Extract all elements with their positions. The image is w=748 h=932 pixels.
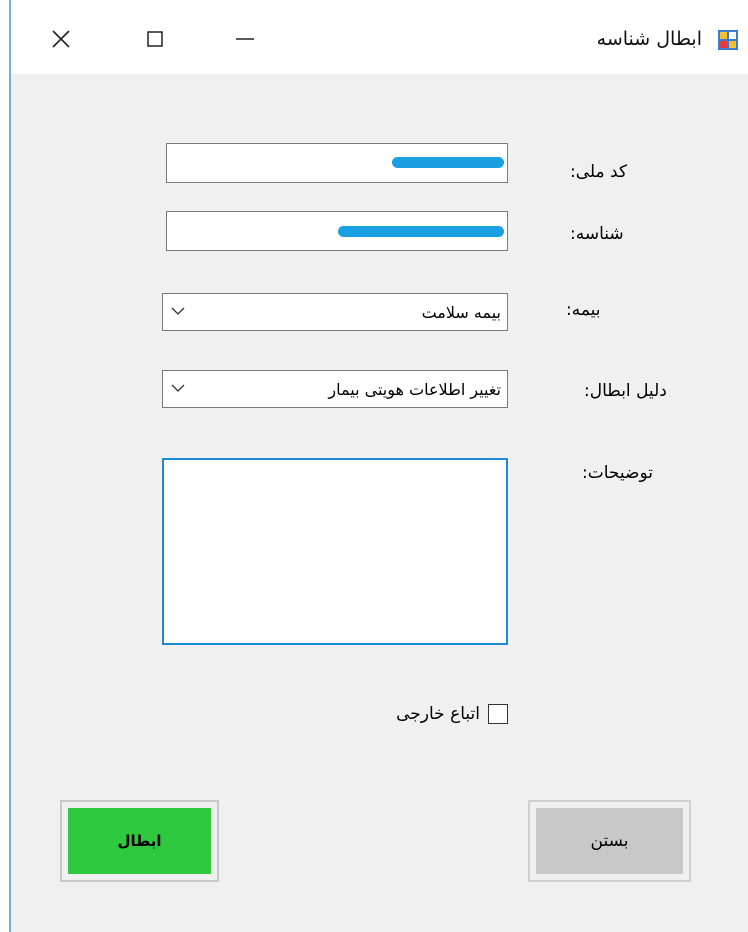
- window-title: ابطال شناسه: [596, 28, 702, 50]
- reason-value: تغییر اطلاعات هویتی بیمار: [328, 379, 501, 399]
- national-code-label: کد ملی:: [570, 162, 628, 182]
- reason-label: دلیل ابطال:: [584, 381, 667, 401]
- description-label: توضیحات:: [582, 463, 653, 483]
- redaction-mark: [392, 157, 504, 168]
- cancel-id-button[interactable]: ابطال: [60, 800, 219, 882]
- reason-select[interactable]: تغییر اطلاعات هویتی بیمار: [162, 370, 508, 408]
- title-bar[interactable]: ابطال شناسه: [11, 0, 748, 74]
- chevron-down-icon: [171, 384, 185, 392]
- description-textarea[interactable]: [162, 458, 508, 645]
- identifier-label: شناسه:: [570, 224, 624, 244]
- insurance-value: بیمه سلامت: [421, 302, 501, 322]
- close-button[interactable]: [31, 14, 91, 64]
- close-icon: [52, 30, 70, 48]
- maximize-button[interactable]: [125, 14, 185, 64]
- maximize-icon: [147, 31, 163, 47]
- redaction-mark: [338, 226, 504, 237]
- insurance-label: بیمه:: [566, 300, 601, 320]
- minimize-icon: [236, 38, 254, 40]
- app-icon: [718, 30, 738, 50]
- close-dialog-button[interactable]: بستن: [528, 800, 691, 882]
- foreign-national-checkbox[interactable]: [488, 704, 508, 724]
- insurance-select[interactable]: بیمه سلامت: [162, 293, 508, 331]
- chevron-down-icon: [171, 307, 185, 315]
- foreign-national-label: اتباع خارجی: [396, 704, 480, 724]
- minimize-button[interactable]: [215, 14, 275, 64]
